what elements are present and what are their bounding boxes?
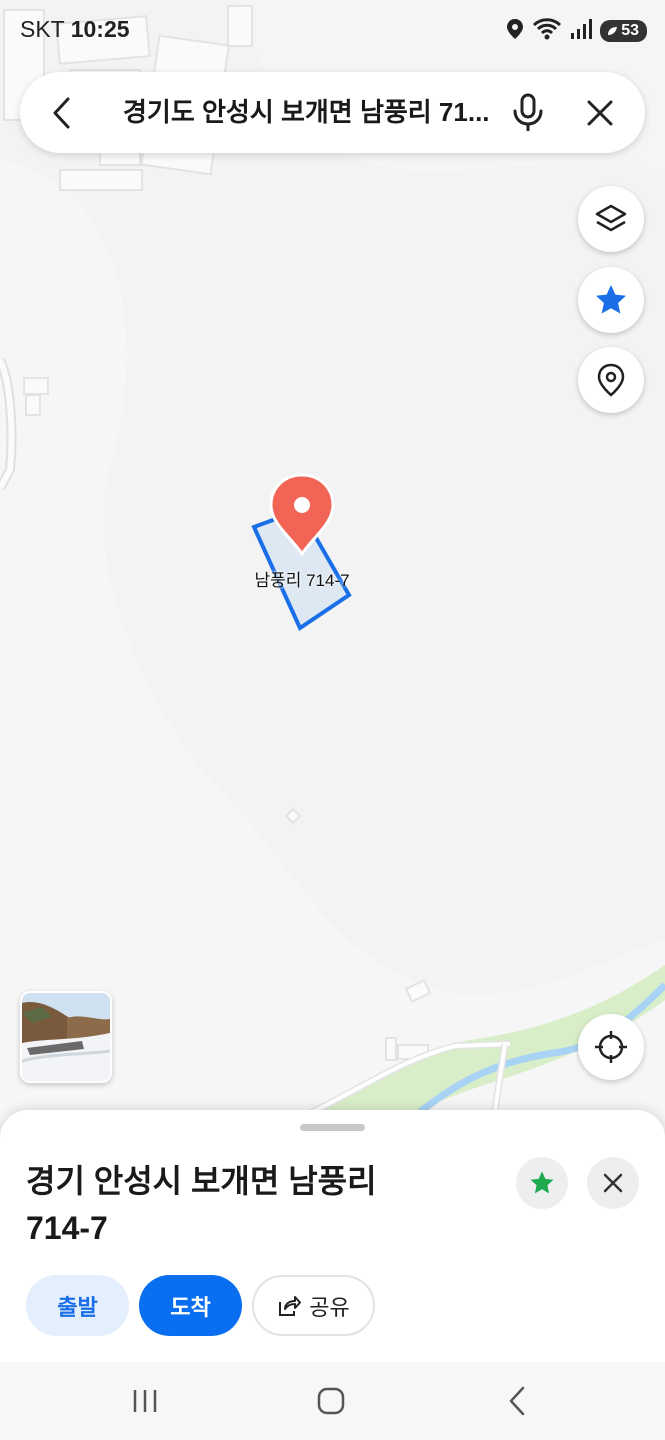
arrival-button[interactable]: 도착: [139, 1275, 242, 1336]
home-icon: [317, 1387, 345, 1415]
sheet-drag-handle[interactable]: [300, 1124, 365, 1131]
back-icon: [53, 97, 70, 128]
place-marker-button[interactable]: [578, 347, 644, 413]
close-sheet-button[interactable]: [587, 1157, 639, 1209]
system-nav-bar: [0, 1362, 665, 1440]
recent-apps-button[interactable]: [105, 1362, 185, 1440]
clear-search-button[interactable]: [570, 72, 630, 153]
signal-icon: [570, 18, 593, 45]
share-label: 공유: [309, 1294, 350, 1320]
street-view-thumbnail[interactable]: [20, 991, 112, 1083]
home-button[interactable]: [291, 1362, 371, 1440]
recent-apps-icon: [133, 1390, 157, 1412]
pin-label: 남풍리 714-7: [254, 571, 350, 590]
back-button[interactable]: [32, 72, 92, 153]
favorites-button[interactable]: [578, 267, 644, 333]
status-carrier-time: SKT 10:25: [20, 16, 130, 43]
location-pin-icon[interactable]: [268, 472, 336, 558]
save-place-button[interactable]: [516, 1157, 568, 1209]
close-icon: [603, 1173, 623, 1193]
favorite-star-icon: [596, 285, 626, 314]
voice-search-button[interactable]: [498, 72, 558, 153]
place-title-line2: 714-7: [26, 1210, 108, 1246]
place-title: 경기 안성시 보개면 남풍리 714-7: [26, 1158, 446, 1252]
close-icon: [587, 100, 613, 125]
layers-button[interactable]: [578, 186, 644, 252]
location-icon: [506, 18, 524, 45]
my-location-button[interactable]: [578, 1014, 644, 1080]
battery-icon: 53: [600, 20, 647, 42]
save-star-icon: [530, 1171, 554, 1194]
departure-button[interactable]: 출발: [26, 1275, 129, 1336]
carrier-name: SKT: [20, 16, 65, 42]
wifi-icon: [532, 17, 562, 46]
place-info-sheet[interactable]: 경기 안성시 보개면 남풍리 714-7 출발 도착 공유: [0, 1110, 665, 1362]
search-bar[interactable]: 경기도 안성시 보개면 남풍리 71...: [20, 72, 645, 153]
place-title-line1: 경기 안성시 보개면 남풍리: [26, 1163, 377, 1199]
status-bar: SKT 10:25 53: [0, 0, 665, 62]
battery-level: 53: [621, 22, 639, 39]
system-back-button[interactable]: [477, 1362, 557, 1440]
share-button[interactable]: 공유: [252, 1275, 375, 1336]
share-icon: [279, 1295, 302, 1316]
mic-icon: [513, 93, 543, 131]
place-pin-icon: [597, 363, 625, 397]
layers-icon: [595, 204, 627, 232]
status-icons: 53: [506, 14, 647, 48]
search-query[interactable]: 경기도 안성시 보개면 남풍리 71...: [123, 72, 508, 153]
clock: 10:25: [70, 16, 130, 42]
my-location-icon: [595, 1031, 627, 1063]
back-nav-icon: [509, 1386, 525, 1416]
